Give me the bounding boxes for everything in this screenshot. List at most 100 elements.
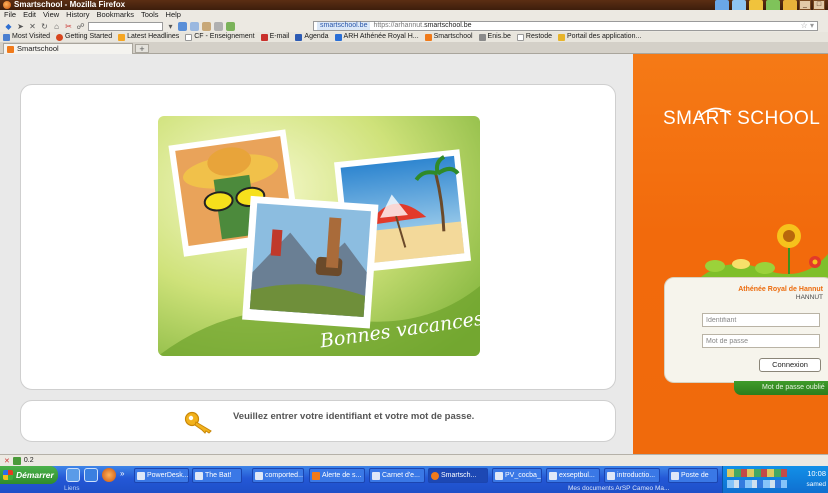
addon-icon[interactable]: ☍	[76, 22, 85, 31]
bonnes-vacances-illustration: Bonnes vacances	[158, 116, 480, 356]
bookmark-cf-enseignement[interactable]: CF - Enseignement	[185, 32, 255, 42]
toolbar-search-box[interactable]	[88, 21, 163, 31]
bookmarks-toolbar: Most Visited Getting Started Latest Head…	[0, 32, 828, 42]
address-bar[interactable]: smartschool.be https://arhannut.smartsch…	[313, 21, 818, 31]
arh-icon	[334, 33, 342, 41]
bookmark-smartschool[interactable]: Smartschool	[424, 32, 473, 42]
app-icon	[549, 471, 557, 480]
bookmark-restode[interactable]: Restode	[516, 32, 552, 42]
bookmark-email[interactable]: E-mail	[260, 32, 289, 42]
portal-icon	[557, 33, 565, 41]
enis-icon	[478, 33, 486, 41]
firefox-icon	[3, 1, 11, 9]
toolbar-icon-d[interactable]	[214, 21, 223, 31]
bookmark-getting-started[interactable]: Getting Started	[56, 32, 112, 42]
flowers-decoration	[693, 224, 828, 284]
school-name: Athénée Royal de Hannut	[738, 286, 823, 293]
toolbar-icon-c[interactable]	[202, 21, 211, 31]
firefox-icon	[56, 33, 63, 41]
smartschool-logo: SMART SCHOOL	[663, 108, 821, 129]
task-pv-cocba[interactable]: PV_cocba_...	[492, 468, 542, 483]
menu-help[interactable]: Help	[166, 10, 181, 20]
app-icon	[372, 471, 380, 480]
task-exseptbul[interactable]: exseptbul...	[546, 468, 600, 483]
menu-tools[interactable]: Tools	[141, 10, 159, 20]
task-alerte[interactable]: Alerte de s...	[309, 468, 365, 483]
url-text[interactable]: https://arhannut.smartschool.be	[373, 22, 471, 30]
task-poste-de-travail[interactable]: Poste de	[668, 468, 718, 483]
menu-file[interactable]: File	[4, 10, 16, 20]
bookmark-star-icon[interactable]: ☆ ▾	[801, 22, 814, 30]
quicklaunch-desktop-icon[interactable]	[84, 468, 98, 482]
status-bar: ✕ 0.2	[0, 454, 828, 466]
window-title-bar: Smartschool - Mozilla Firefox _ □	[0, 0, 828, 14]
app-icon	[607, 471, 615, 480]
password-input[interactable]	[702, 334, 820, 348]
dropdown-icon[interactable]: ▾	[166, 22, 175, 31]
minimize-button[interactable]: _	[799, 0, 811, 10]
bookmark-arh[interactable]: ARH Athénée Royal H...	[334, 32, 419, 42]
menu-bookmarks[interactable]: Bookmarks	[97, 10, 135, 20]
menu-history[interactable]: History	[66, 10, 89, 20]
windows-logo-icon	[3, 470, 13, 480]
login-instruction-text: Veuillez entrer votre identifiant et vot…	[233, 411, 475, 422]
clock: 10:08	[807, 469, 826, 478]
menu-bar: File Edit View History Bookmarks Tools H…	[0, 10, 828, 20]
toolbar-icon-a[interactable]	[178, 21, 187, 31]
menu-edit[interactable]: Edit	[23, 10, 36, 20]
forward-icon[interactable]: ➤	[16, 22, 25, 31]
quicklaunch-firefox-icon[interactable]	[102, 468, 116, 482]
close-icon[interactable]: ✕	[4, 457, 10, 465]
back-icon[interactable]: ◆	[4, 22, 13, 31]
quicklaunch-ie-icon[interactable]	[66, 468, 80, 482]
forgot-password-link[interactable]: Mot de passe oublié	[734, 381, 828, 395]
tray-icons[interactable]	[727, 469, 787, 477]
window-title: Smartschool - Mozilla Firefox	[14, 0, 126, 9]
bookmark-latest-headlines[interactable]: Latest Headlines	[118, 32, 179, 42]
bookmark-most-visited[interactable]: Most Visited	[3, 32, 50, 42]
task-introduction[interactable]: introductio...	[604, 468, 660, 483]
clock-day: samed	[806, 481, 826, 488]
tab-label: Smartschool	[17, 44, 59, 53]
smartschool-icon	[424, 33, 432, 41]
rss-icon	[118, 33, 126, 41]
taskbar-secondary-text: Mes documents ArSP Cameo Ma...	[568, 485, 670, 492]
maximize-button[interactable]: □	[813, 0, 825, 10]
home-icon[interactable]: ⌂	[52, 22, 61, 31]
task-smartschool[interactable]: Smartsch...	[428, 468, 488, 483]
smartschool-favicon	[7, 45, 14, 53]
links-label: Liens	[64, 485, 80, 492]
tool-icon[interactable]: ✂	[64, 22, 73, 31]
bookmark-agenda[interactable]: Agenda	[295, 32, 329, 42]
app-icon	[255, 471, 263, 480]
tray-icons-row2[interactable]	[727, 480, 787, 488]
new-tab-button[interactable]: +	[135, 44, 149, 54]
connexion-button[interactable]: Connexion	[759, 358, 821, 372]
school-city: HANNUT	[795, 294, 823, 301]
toolbar-icon-e[interactable]	[226, 21, 235, 31]
quicklaunch-more[interactable]: »	[120, 469, 124, 478]
app-icon	[312, 471, 320, 480]
stop-icon[interactable]: ✕	[28, 22, 37, 31]
task-carnet[interactable]: Carnet d'e...	[369, 468, 425, 483]
app-icon	[195, 471, 203, 480]
task-powerdesk[interactable]: PowerDesk...	[134, 468, 189, 483]
firefox-icon	[431, 471, 439, 480]
username-input[interactable]	[702, 313, 820, 327]
status-text: 0.2	[23, 457, 34, 464]
status-icon	[12, 456, 21, 465]
task-thebat[interactable]: The Bat!	[192, 468, 242, 483]
taskbar: Démarrer » PowerDesk... The Bat! comport…	[0, 466, 828, 493]
app-icon	[495, 471, 503, 480]
menu-view[interactable]: View	[43, 10, 59, 20]
start-button[interactable]: Démarrer	[0, 466, 58, 484]
system-tray: 10:08 samed	[722, 466, 828, 493]
task-comported[interactable]: comported...	[252, 468, 304, 483]
site-identity[interactable]: smartschool.be	[317, 22, 371, 30]
bookmark-enis[interactable]: Enis.be	[478, 32, 511, 42]
tab-smartschool[interactable]: Smartschool	[3, 43, 133, 54]
bookmark-portail[interactable]: Portail des application...	[557, 32, 641, 42]
toolbar-icon-b[interactable]	[190, 21, 199, 31]
reload-icon[interactable]: ↻	[40, 22, 49, 31]
tab-bar: Smartschool +	[0, 42, 828, 54]
